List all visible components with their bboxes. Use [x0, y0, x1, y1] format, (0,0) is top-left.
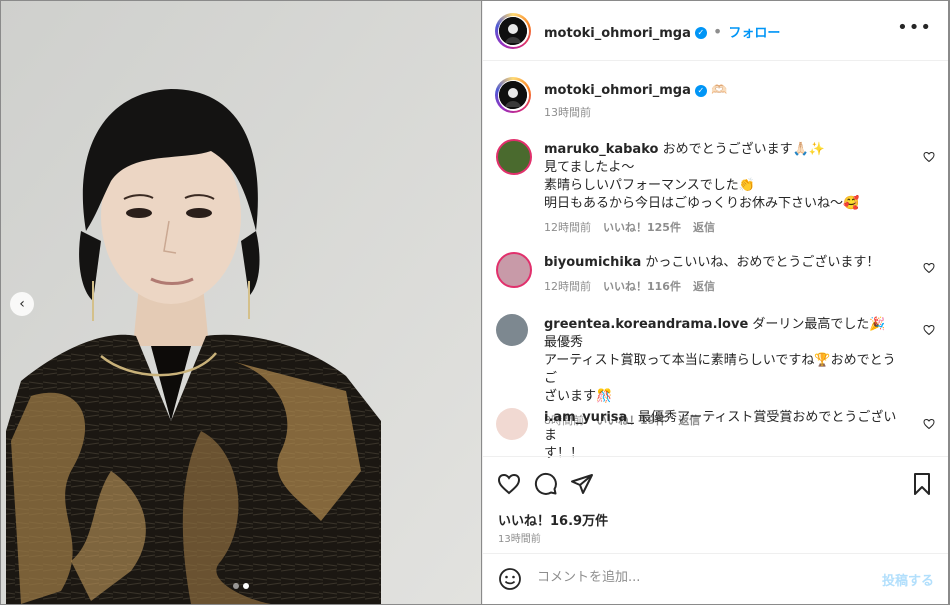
commenter-avatar[interactable]: [496, 139, 532, 175]
comment-input[interactable]: [535, 569, 869, 586]
carousel-dots: [233, 583, 249, 589]
comment-likes[interactable]: いいね！116件: [603, 280, 681, 293]
chevron-left-icon: ‹: [19, 296, 25, 312]
heart-icon[interactable]: [923, 324, 935, 336]
commenter-avatar[interactable]: [496, 252, 532, 288]
comment-text-line: おめでとうございます🙏🏻✨: [662, 142, 825, 157]
post-comment-button[interactable]: 投稿する: [882, 570, 934, 589]
comment-text-line: 見てましたよ〜: [544, 160, 635, 175]
carousel-dot-active: [243, 583, 249, 589]
more-options-icon[interactable]: •••: [897, 19, 932, 37]
heart-icon[interactable]: [923, 262, 935, 274]
comment-likes[interactable]: いいね！125件: [603, 221, 681, 234]
caption-time: 13時間前: [544, 106, 591, 119]
commenter-avatar[interactable]: [496, 314, 528, 346]
caption-avatar-image: [499, 81, 527, 109]
action-bar: いいね！16.9万件 13時間前 投稿する: [483, 456, 948, 602]
post-timestamp: 13時間前: [498, 534, 541, 545]
carousel-dot: [233, 583, 239, 589]
reply-button[interactable]: 返信: [693, 280, 715, 293]
post-likes-count[interactable]: いいね！16.9万件: [498, 510, 608, 529]
commenter-username[interactable]: maruko_kabako: [544, 142, 658, 157]
author-username[interactable]: motoki_ohmori_mga: [544, 26, 691, 41]
add-comment-row: 投稿する: [483, 553, 948, 604]
commenter-avatar[interactable]: [496, 408, 528, 440]
caption-text: 🫶🏻: [711, 83, 728, 98]
comment-time: 12時間前: [544, 221, 591, 234]
post-header: motoki_ohmori_mga ✓ • フォロー •••: [483, 1, 948, 61]
verified-badge-icon: ✓: [694, 26, 707, 39]
comment-text-line: 素晴らしいパフォーマンスでした👏: [544, 178, 755, 193]
commenter-username[interactable]: biyoumichika: [544, 255, 641, 270]
verified-badge-icon: ✓: [694, 84, 707, 97]
author-avatar-image: [499, 17, 527, 45]
comment-time: 12時間前: [544, 280, 591, 293]
portrait-image: [1, 1, 481, 604]
comment-text-line: ざいます🎊: [544, 389, 613, 404]
commenter-username[interactable]: greentea.koreandrama.love: [544, 317, 748, 332]
caption-avatar[interactable]: [495, 77, 531, 113]
follow-button[interactable]: フォロー: [728, 26, 780, 41]
reply-button[interactable]: 返信: [693, 221, 715, 234]
post-photo[interactable]: ‹: [1, 1, 481, 604]
comment-text-line: アーティスト賞取って本当に素晴らしいですね🏆おめでとうご: [544, 353, 896, 386]
heart-icon[interactable]: [923, 151, 935, 163]
separator-dot: •: [712, 22, 723, 41]
author-avatar[interactable]: [495, 13, 531, 49]
comment-text-line: かっこいいね、おめでとうございます！: [645, 255, 880, 270]
commenter-username[interactable]: i.am_yurisa_: [544, 410, 634, 425]
smiley-icon[interactable]: [498, 567, 522, 591]
instagram-post-modal: ‹ motoki_ohmori_mga ✓ • フォロー ••• motoki_…: [0, 0, 950, 605]
heart-icon[interactable]: [923, 418, 935, 430]
caption-username[interactable]: motoki_ohmori_mga: [544, 83, 691, 98]
paper-plane-icon[interactable]: [570, 472, 594, 496]
comment-text-line: 明日もあるから今日はごゆっくりお休み下さいね〜🥰: [544, 196, 860, 211]
bookmark-icon[interactable]: [910, 472, 934, 496]
post-details-panel: motoki_ohmori_mga ✓ • フォロー ••• motoki_ohmor…: [482, 1, 948, 604]
comment-bubble-icon[interactable]: [534, 472, 558, 496]
heart-icon[interactable]: [497, 472, 521, 496]
carousel-prev-button[interactable]: ‹: [10, 292, 34, 316]
